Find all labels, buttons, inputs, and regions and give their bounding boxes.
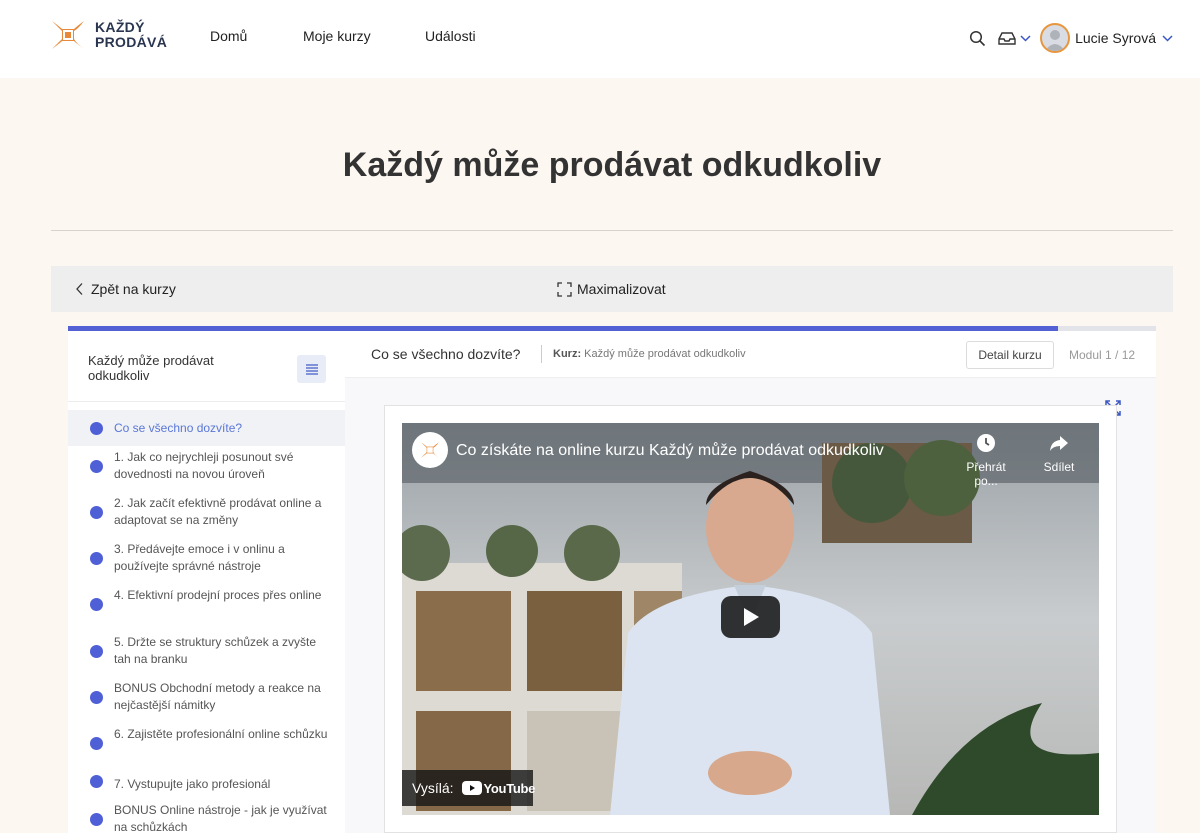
lesson-item[interactable]: 3. Předávejte emoce i v onlinu a používe… — [68, 535, 345, 581]
lesson-title: 4. Efektivní prodejní proces přes online — [114, 588, 322, 602]
chevron-down-icon[interactable] — [1158, 27, 1176, 49]
lesson-item[interactable]: Co se všechno dozvíte? — [68, 410, 345, 446]
youtube-watermark[interactable]: Vysílá: YouTube — [402, 770, 536, 806]
clock-icon — [977, 434, 995, 452]
lesson-status-dot — [90, 552, 103, 565]
lesson-title: Co se všechno dozvíte? — [114, 421, 243, 435]
play-button[interactable] — [721, 596, 780, 638]
brand-logo[interactable]: KAŽDÝ PRODÁVÁ — [50, 17, 167, 53]
user-name[interactable]: Lucie Syrová — [1075, 30, 1156, 46]
lesson-status-dot — [90, 775, 103, 788]
lesson-header: Co se všechno dozvíte? Kurz: Každý může … — [345, 331, 1156, 378]
logo-line-1: KAŽDÝ — [95, 19, 145, 35]
video-player[interactable]: Co získáte na online kurzu Každý může pr… — [402, 423, 1099, 815]
lesson-status-dot — [90, 691, 103, 704]
lesson-menu-button[interactable] — [297, 355, 326, 383]
search-icon[interactable] — [966, 27, 988, 49]
lesson-item[interactable]: BONUS Obchodní metody a reakce na nejčas… — [68, 674, 345, 720]
maximize-icon — [557, 281, 572, 297]
logo-line-2: PRODÁVÁ — [95, 34, 168, 50]
watch-later-button[interactable]: Přehrát po... — [956, 433, 1016, 488]
sidebar-course-title: Každý může prodávat odkudkoliv — [88, 353, 214, 383]
watch-later-label: Přehrát po... — [966, 460, 1006, 488]
back-to-courses-button[interactable]: Zpět na kurzy — [75, 281, 176, 297]
course-toolbar: Zpět na kurzy Maximalizovat — [51, 266, 1173, 312]
lesson-status-dot — [90, 813, 103, 826]
lesson-title: BONUS Obchodní metody a reakce na nejčas… — [114, 681, 321, 712]
lesson-item[interactable]: BONUS Online nástroje - jak je využívat … — [68, 796, 345, 833]
course-crumb-value: Každý může prodávat odkudkoliv — [584, 348, 746, 360]
sidebar-header: Každý může prodávat odkudkoliv — [68, 331, 345, 402]
course-crumb-label: Kurz: — [553, 348, 582, 360]
lesson-status-dot — [90, 460, 103, 473]
lesson-item[interactable]: 7. Vystupujte jako profesionál — [68, 766, 345, 796]
play-icon — [743, 608, 759, 626]
back-label: Zpět na kurzy — [91, 281, 176, 297]
maximize-label: Maximalizovat — [577, 281, 666, 297]
lesson-item[interactable]: 5. Držte se struktury schůzek a zvyšte t… — [68, 628, 345, 674]
module-counter: Modul 1 / 12 — [1069, 348, 1136, 362]
channel-logo[interactable] — [412, 432, 448, 468]
header-divider — [541, 345, 542, 363]
lesson-status-dot — [90, 506, 103, 519]
title-divider — [51, 230, 1173, 231]
lesson-title: 7. Vystupujte jako profesionál — [114, 777, 271, 791]
maximize-button[interactable]: Maximalizovat — [557, 281, 666, 297]
lesson-title: 6. Zajistěte profesionální online schůzk… — [114, 727, 328, 741]
nav-home[interactable]: Domů — [210, 28, 247, 44]
lesson-title: 5. Držte se struktury schůzek a zvyšte t… — [114, 635, 317, 666]
list-icon — [305, 363, 318, 375]
video-title[interactable]: Co získáte na online kurzu Každý může pr… — [456, 442, 884, 460]
chevron-left-icon — [76, 283, 83, 295]
lesson-title: 2. Jak začít efektivně prodávat online a… — [114, 496, 322, 527]
share-button[interactable]: Sdílet — [1029, 433, 1089, 474]
inbox-icon[interactable] — [996, 27, 1018, 49]
lesson-item[interactable]: 4. Efektivní prodejní proces přes online — [68, 581, 345, 627]
page-title: Každý může prodávat odkudkoliv — [342, 146, 882, 184]
user-area: Lucie Syrová — [966, 20, 1176, 56]
current-lesson-title: Co se všechno dozvíte? — [371, 346, 521, 362]
lesson-status-dot — [90, 598, 103, 611]
lesson-status-dot — [90, 645, 103, 658]
lesson-item[interactable]: 2. Jak začít efektivně prodávat online a… — [68, 489, 345, 535]
lesson-item[interactable]: 6. Zajistěte profesionální online schůzk… — [68, 720, 345, 766]
avatar[interactable] — [1040, 23, 1071, 53]
lesson-title: 1. Jak co nejrychleji posunout své doved… — [114, 450, 294, 481]
lesson-item[interactable]: 1. Jak co nejrychleji posunout své doved… — [68, 443, 345, 489]
youtube-logo: YouTube — [461, 780, 536, 796]
lesson-sidebar: Každý může prodávat odkudkoliv Co se vše… — [68, 331, 345, 833]
nav-events[interactable]: Události — [425, 28, 476, 44]
youtube-play-icon — [461, 781, 482, 795]
share-label: Sdílet — [1043, 460, 1075, 474]
nav-my-courses[interactable]: Moje kurzy — [303, 28, 371, 44]
chevron-down-icon[interactable] — [1018, 27, 1032, 49]
course-detail-button[interactable]: Detail kurzu — [966, 341, 1054, 369]
lesson-content: Co získáte na online kurzu Každý může pr… — [345, 378, 1156, 833]
watermark-prefix: Vysílá: — [412, 780, 454, 796]
course-breadcrumb: Kurz: Každý může prodávat odkudkoliv — [553, 348, 746, 360]
logo-mark-icon — [52, 21, 84, 49]
top-navigation: KAŽDÝ PRODÁVÁ Domů Moje kurzy Události L… — [0, 0, 1200, 78]
lesson-status-dot — [90, 737, 103, 750]
logo-text: KAŽDÝ PRODÁVÁ — [95, 20, 167, 50]
lesson-title: 3. Předávejte emoce i v onlinu a používe… — [114, 542, 285, 573]
share-icon — [1050, 436, 1068, 451]
video-card: Co získáte na online kurzu Každý může pr… — [384, 405, 1117, 833]
channel-logo-icon — [421, 442, 439, 458]
lesson-status-dot — [90, 422, 103, 435]
lesson-title: BONUS Online nástroje - jak je využívat … — [114, 803, 327, 833]
youtube-wordmark: YouTube — [483, 780, 536, 796]
